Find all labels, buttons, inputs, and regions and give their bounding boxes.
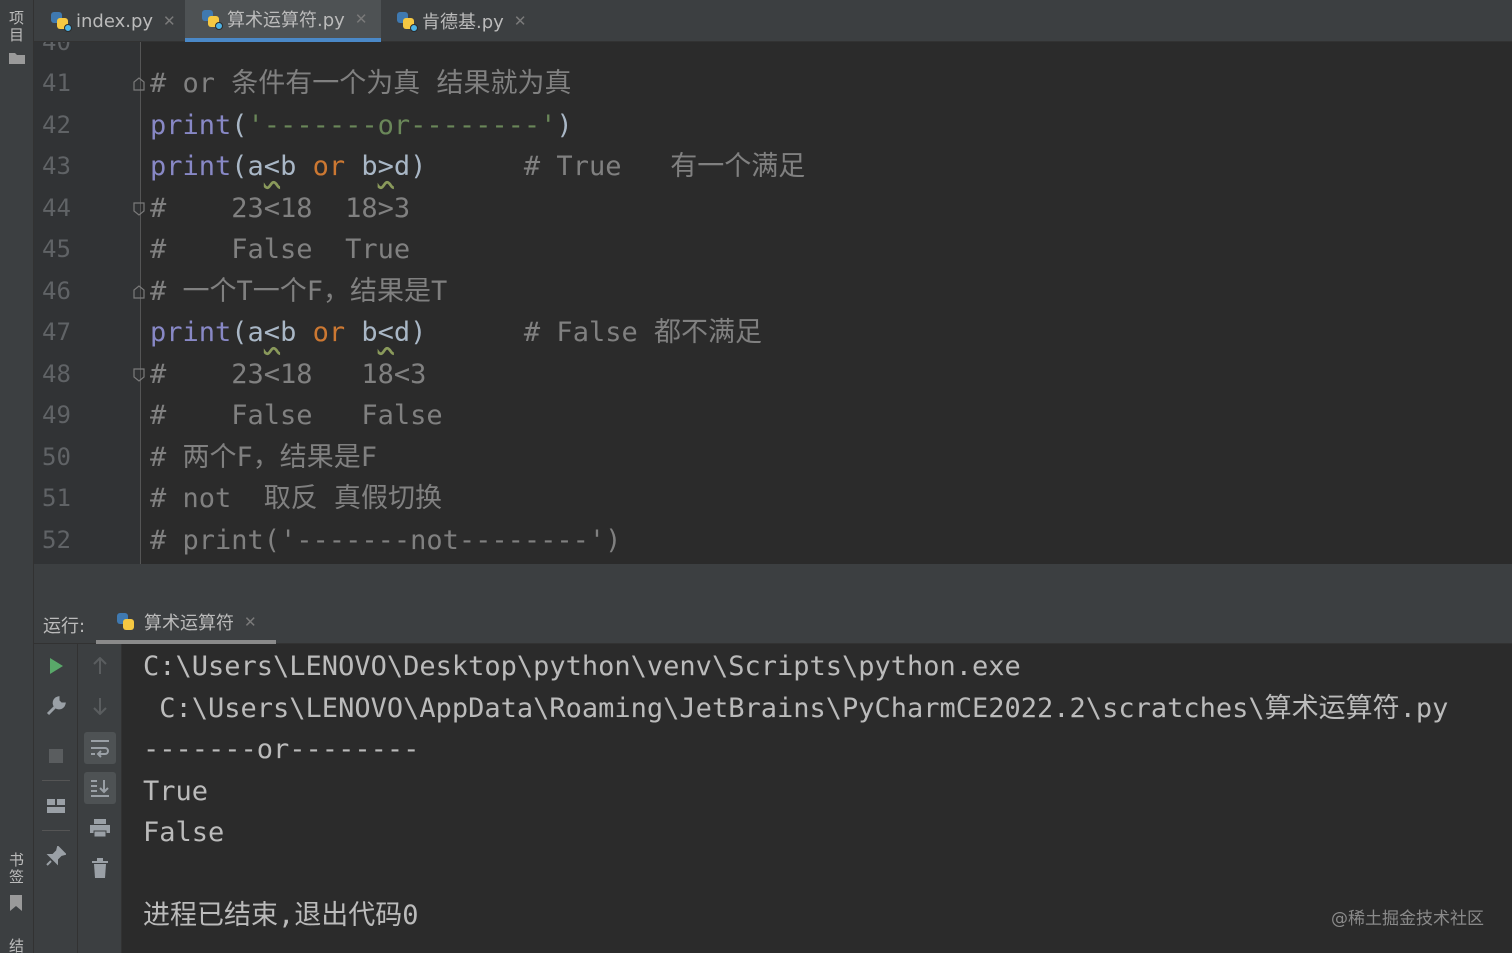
gutter-separator	[140, 42, 141, 564]
fold-end-icon[interactable]	[131, 284, 147, 300]
panel-splitter[interactable]	[34, 564, 1512, 604]
scroll-to-end-icon[interactable]	[84, 772, 116, 804]
code-line: # 23<18 18>3	[150, 192, 411, 224]
down-arrow-icon[interactable]	[84, 690, 116, 722]
console-line: C:\Users\LENOVO\Desktop\python\venv\Scri…	[143, 651, 1021, 682]
tab-label: 算术运算符.py	[227, 10, 345, 31]
fold-start-icon[interactable]	[131, 201, 147, 217]
console-line: False	[143, 817, 225, 848]
line-number: 42	[42, 110, 71, 139]
up-arrow-icon[interactable]	[84, 650, 116, 682]
console-line: C:\Users\LENOVO\AppData\Roaming\JetBrain…	[143, 692, 1449, 724]
python-file-icon	[201, 9, 223, 30]
editor-tab-bar: index.py ✕ 算术运算符.py ✕ 肯德基.py ✕	[34, 0, 1512, 42]
line-number: 46	[42, 276, 71, 305]
line-number: 49	[42, 401, 71, 429]
line-number: 52	[42, 525, 71, 554]
line-number-gutter: 40 41 42 43 44 45 46 47 48 49 50 51 52	[34, 42, 140, 564]
console-line: True	[143, 775, 209, 807]
line-number: 40	[42, 42, 71, 56]
run-tab-label: 算术运算符	[144, 613, 234, 634]
close-icon[interactable]: ✕	[355, 10, 368, 28]
run-config-tab[interactable]: 算术运算符 ✕	[96, 604, 276, 644]
code-line: # not 取反 真假切换	[150, 483, 443, 514]
python-file-icon	[50, 11, 72, 32]
run-label: 运行:	[43, 616, 86, 637]
line-number: 44	[42, 193, 71, 222]
run-toolbar-secondary	[78, 644, 122, 953]
run-panel-header: 运行: 算术运算符 ✕	[34, 604, 1512, 644]
tab-kfc-py[interactable]: 肯德基.py ✕	[380, 0, 530, 42]
line-number: 51	[42, 484, 71, 512]
wrench-icon[interactable]	[40, 690, 72, 722]
close-icon[interactable]: ✕	[514, 12, 527, 30]
folder-icon[interactable]	[9, 52, 25, 64]
code-line: # print('-------not--------')	[150, 524, 622, 556]
print-icon[interactable]	[84, 812, 116, 844]
tab-index-py[interactable]: index.py ✕	[34, 0, 186, 42]
code-line: print(a<b or b<d) # False 都不满足	[150, 317, 762, 348]
stop-icon[interactable]	[40, 740, 72, 772]
code-line: print(a<b or b>d) # True 有一个满足	[150, 151, 806, 182]
tab-label: 肯德基.py	[422, 12, 504, 33]
tab-label: index.py	[76, 10, 154, 32]
trash-icon[interactable]	[84, 852, 116, 884]
fold-start-icon[interactable]	[131, 367, 147, 383]
pin-icon[interactable]	[40, 840, 72, 872]
close-icon[interactable]: ✕	[163, 12, 176, 30]
close-icon[interactable]: ✕	[244, 613, 257, 631]
structure-tool-button[interactable]: 结构	[9, 938, 27, 953]
fold-end-icon[interactable]	[131, 76, 147, 92]
line-number: 50	[42, 442, 71, 471]
code-line: # or 条件有一个为真 结果就为真	[150, 68, 572, 99]
watermark: @稀土掘金技术社区	[1331, 909, 1484, 929]
line-number: 45	[42, 235, 71, 263]
run-toolbar-primary	[34, 644, 78, 953]
python-file-icon	[396, 11, 418, 32]
code-line: print('-------or--------')	[150, 109, 573, 141]
project-tool-button[interactable]: 项目	[9, 10, 27, 44]
run-console-output[interactable]: C:\Users\LENOVO\Desktop\python\venv\Scri…	[122, 644, 1512, 953]
run-icon[interactable]	[40, 650, 72, 682]
code-editor[interactable]: 40 41 42 43 44 45 46 47 48 49 50 51 52 #…	[34, 42, 1512, 564]
console-line: -------or--------	[143, 734, 420, 765]
line-number: 41	[42, 69, 71, 97]
tab-arithmetic-operators-py[interactable]: 算术运算符.py ✕	[185, 0, 381, 42]
code-line: # 一个T一个F，结果是T	[150, 275, 448, 307]
code-line: # 23<18 18<3	[150, 358, 427, 390]
line-number: 47	[42, 318, 71, 346]
code-line: # False False	[150, 400, 443, 431]
left-tool-strip: 项目 书签 结构	[0, 0, 34, 953]
code-line: # 两个F，结果是F	[150, 441, 378, 473]
layout-icon[interactable]	[40, 790, 72, 822]
line-number: 43	[42, 152, 71, 180]
soft-wrap-icon[interactable]	[84, 732, 116, 764]
code-line: # False True	[150, 234, 411, 265]
bookmark-icon[interactable]	[9, 895, 23, 911]
bookmarks-tool-button[interactable]: 书签	[9, 852, 27, 886]
python-icon	[116, 612, 136, 632]
line-number: 48	[42, 359, 71, 388]
console-line: 进程已结束,退出代码0	[143, 900, 419, 931]
